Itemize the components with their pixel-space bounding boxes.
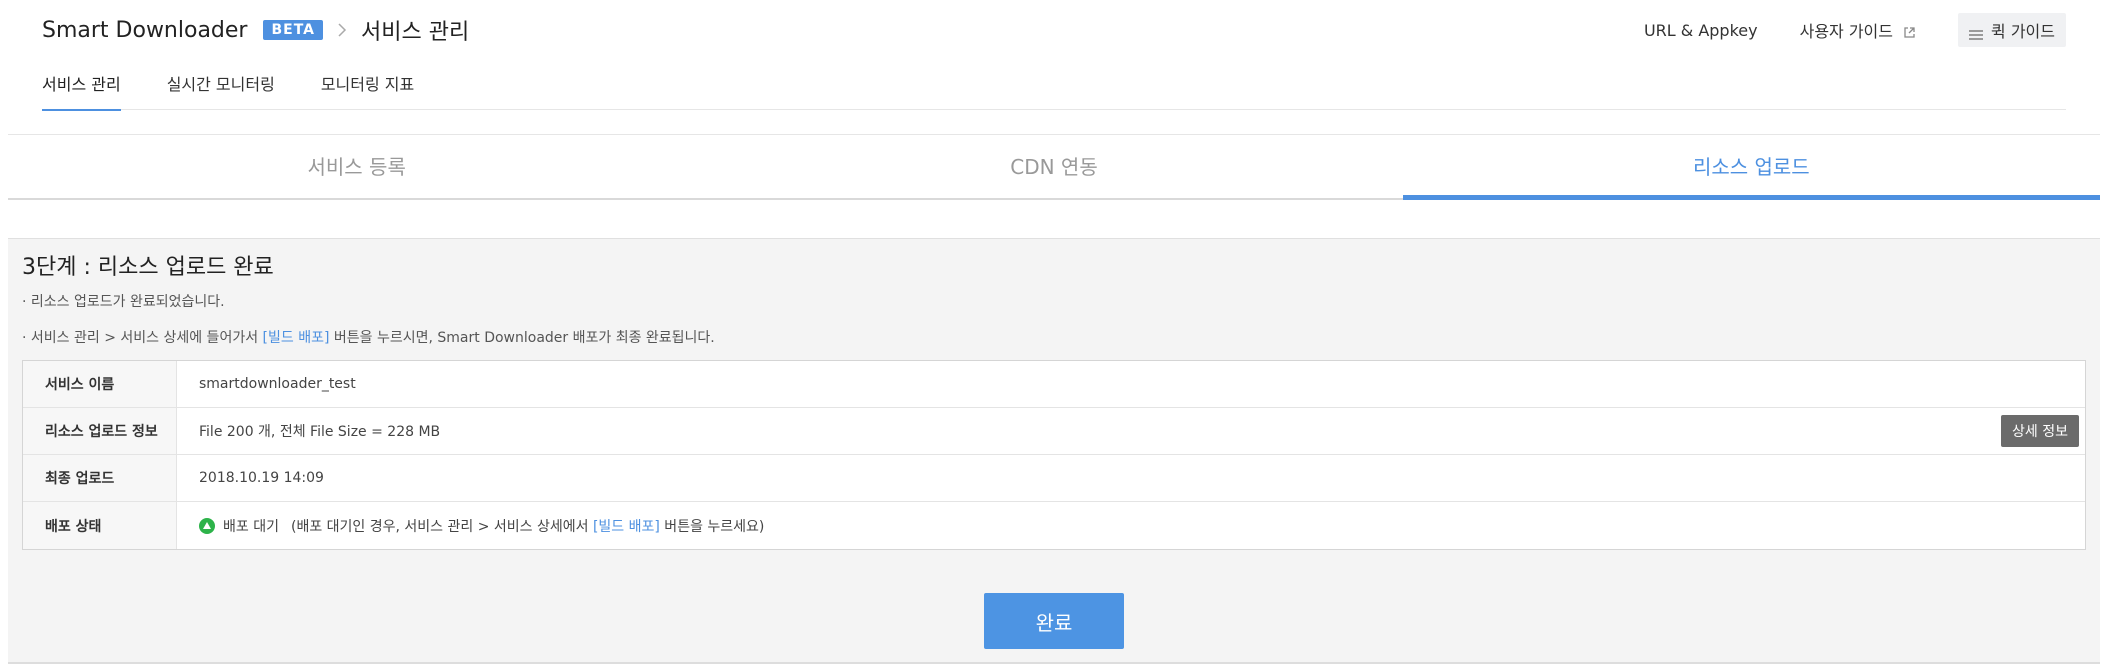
note-prefix: · 서비스 관리 > 서비스 상세에 들어가서 (22, 330, 263, 346)
beta-badge: BETA (263, 20, 324, 40)
url-appkey-link[interactable]: URL & Appkey (1644, 21, 1758, 40)
upload-info-table: 서비스 이름 smartdownloader_test 리소스 업로드 정보 F… (22, 360, 2086, 550)
table-row: 최종 업로드 2018.10.19 14:09 (23, 455, 2085, 502)
deploy-note-build-link[interactable]: [빌드 배포] (593, 519, 660, 535)
deploy-status-value: 배포 대기 (223, 518, 279, 535)
chevron-right-icon (337, 18, 347, 42)
upload-info-cell: File 200 개, 전체 File Size = 228 MB 상세 정보 (177, 408, 2085, 454)
external-link-icon (1903, 24, 1916, 38)
deploy-status-note: (배포 대기인 경우, 서비스 관리 > 서비스 상세에서 [빌드 배포] 버튼… (291, 516, 764, 536)
tab-realtime-monitoring[interactable]: 실시간 모니터링 (167, 70, 275, 110)
service-name-value: smartdownloader_test (199, 376, 356, 392)
last-upload-label: 최종 업로드 (23, 455, 177, 501)
upload-complete-note: · 리소스 업로드가 완료되었습니다. (22, 294, 225, 310)
table-row: 배포 상태 배포 대기 (배포 대기인 경우, 서비스 관리 > 서비스 상세에… (23, 502, 2085, 549)
menu-icon (1969, 25, 1984, 40)
tab-service-management[interactable]: 서비스 관리 (42, 70, 121, 111)
note-suffix: 버튼을 누르시면, Smart Downloader 배포가 최종 완료됩니다. (329, 330, 715, 346)
header: Smart Downloader BETA 서비스 관리 URL & Appke… (0, 0, 2108, 60)
detail-info-button[interactable]: 상세 정보 (2001, 415, 2079, 447)
tab-monitoring-metrics[interactable]: 모니터링 지표 (321, 70, 414, 110)
content-panel: 3단계 : 리소스 업로드 완료 · 리소스 업로드가 완료되었습니다. · 서… (8, 238, 2100, 664)
page-title: 3단계 : 리소스 업로드 완료 (22, 255, 274, 280)
service-name-label: 서비스 이름 (23, 361, 177, 407)
deploy-status-cell: 배포 대기 (배포 대기인 경우, 서비스 관리 > 서비스 상세에서 [빌드 … (177, 502, 2085, 549)
build-deploy-link[interactable]: [빌드 배포] (263, 330, 330, 346)
main-tabs: 서비스 관리 실시간 모니터링 모니터링 지표 (42, 70, 2066, 111)
deploy-instruction-note: · 서비스 관리 > 서비스 상세에 들어가서 [빌드 배포] 버튼을 누르시면… (22, 327, 715, 347)
user-guide-label: 사용자 가이드 (1799, 22, 1893, 41)
step-resource-upload[interactable]: 리소스 업로드 (1402, 135, 2101, 200)
deploy-status-label: 배포 상태 (23, 502, 177, 549)
complete-button[interactable]: 완료 (984, 593, 1124, 649)
user-guide-link[interactable]: 사용자 가이드 (1800, 18, 1916, 42)
deploy-note-suffix: 버튼을 누르세요) (659, 518, 765, 535)
upload-info-label: 리소스 업로드 정보 (23, 408, 177, 454)
table-row: 서비스 이름 smartdownloader_test (23, 361, 2085, 408)
step-tabs: 서비스 등록 CDN 연동 리소스 업로드 (8, 134, 2101, 200)
breadcrumb-current: 서비스 관리 (361, 20, 470, 45)
upload-info-value: File 200 개, 전체 File Size = 228 MB (199, 424, 441, 440)
table-row: 리소스 업로드 정보 File 200 개, 전체 File Size = 22… (23, 408, 2085, 455)
app-title[interactable]: Smart Downloader (42, 18, 247, 43)
quick-guide-label: 퀵 가이드 (1991, 22, 2055, 41)
deploy-note-prefix: (배포 대기인 경우, 서비스 관리 > 서비스 상세에서 (290, 518, 593, 535)
last-upload-value: 2018.10.19 14:09 (199, 470, 324, 486)
quick-guide-button[interactable]: 퀵 가이드 (1958, 13, 2066, 47)
step-cdn-integration[interactable]: CDN 연동 (705, 135, 1402, 198)
triangle-up-circle-icon (199, 517, 215, 534)
step-service-registration[interactable]: 서비스 등록 (8, 135, 705, 198)
header-links: URL & Appkey 사용자 가이드 퀵 가이드 (1644, 13, 2108, 47)
brand: Smart Downloader BETA 서비스 관리 (42, 14, 469, 46)
